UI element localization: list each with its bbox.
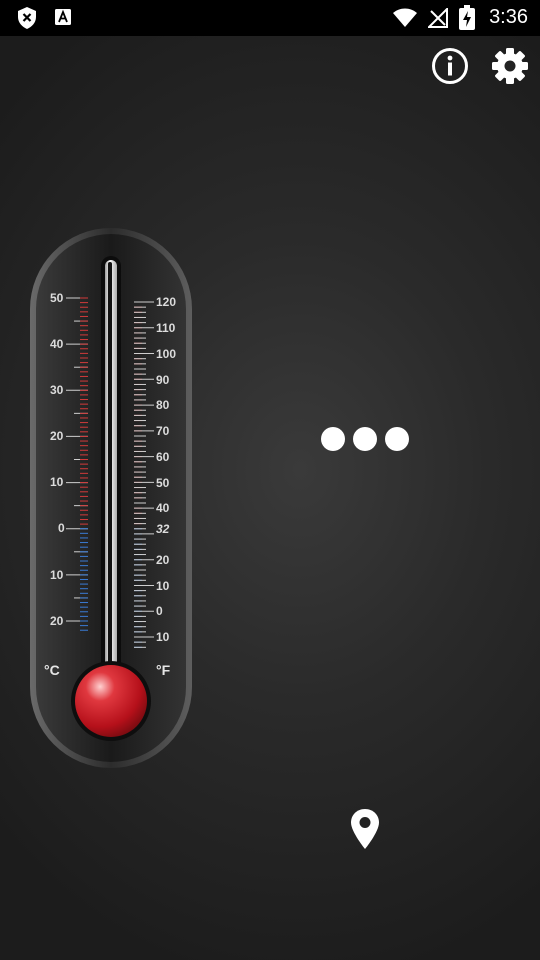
fahrenheit-label-90: 90 (156, 373, 170, 387)
fahrenheit-label-20: 20 (156, 553, 170, 567)
celsius-label-30: 30 (50, 383, 64, 397)
celsius-label-50: 50 (50, 291, 64, 305)
loading-dot (353, 427, 377, 451)
fahrenheit-unit: °F (156, 662, 171, 678)
fahrenheit-label-60: 60 (156, 450, 170, 464)
status-bar: 3:36 (0, 0, 540, 36)
status-time: 3:36 (489, 6, 528, 28)
celsius-label-20: 20 (50, 429, 64, 443)
location-pin-icon[interactable] (349, 808, 381, 850)
wifi-icon (393, 8, 417, 27)
fahrenheit-label-40: 40 (156, 501, 170, 515)
celsius-label-minus-10: 10 (50, 568, 64, 582)
fahrenheit-label-minus-10: 10 (156, 630, 170, 644)
celsius-label-10: 10 (50, 475, 64, 489)
fahrenheit-label-110: 110 (156, 321, 176, 335)
battery-charging-icon (459, 5, 475, 30)
settings-gear-icon[interactable] (490, 46, 530, 86)
fahrenheit-label-50: 50 (156, 476, 170, 490)
fahrenheit-label-0: 0 (156, 604, 163, 618)
fahrenheit-label-80: 80 (156, 398, 170, 412)
celsius-unit: °C (44, 662, 60, 678)
loading-dots-icon (320, 427, 412, 453)
font-a-icon (55, 9, 71, 25)
celsius-label-0: 0 (58, 521, 65, 535)
shield-x-icon (18, 7, 36, 29)
celsius-label-40: 40 (50, 337, 64, 351)
info-icon[interactable] (430, 46, 470, 86)
fahrenheit-label-100: 100 (156, 347, 177, 361)
celsius-label-minus-20: 20 (50, 614, 64, 628)
fahrenheit-label-10: 10 (156, 579, 170, 593)
thermometer: 50 40 30 20 10 0 10 20 120 110 100 90 80… (28, 226, 194, 770)
fahrenheit-label-70: 70 (156, 424, 170, 438)
signal-off-icon (428, 8, 448, 28)
fahrenheit-label-120: 120 (156, 295, 177, 309)
fahrenheit-label-32: 32 (156, 522, 170, 536)
loading-dot (321, 427, 345, 451)
loading-dot (385, 427, 409, 451)
